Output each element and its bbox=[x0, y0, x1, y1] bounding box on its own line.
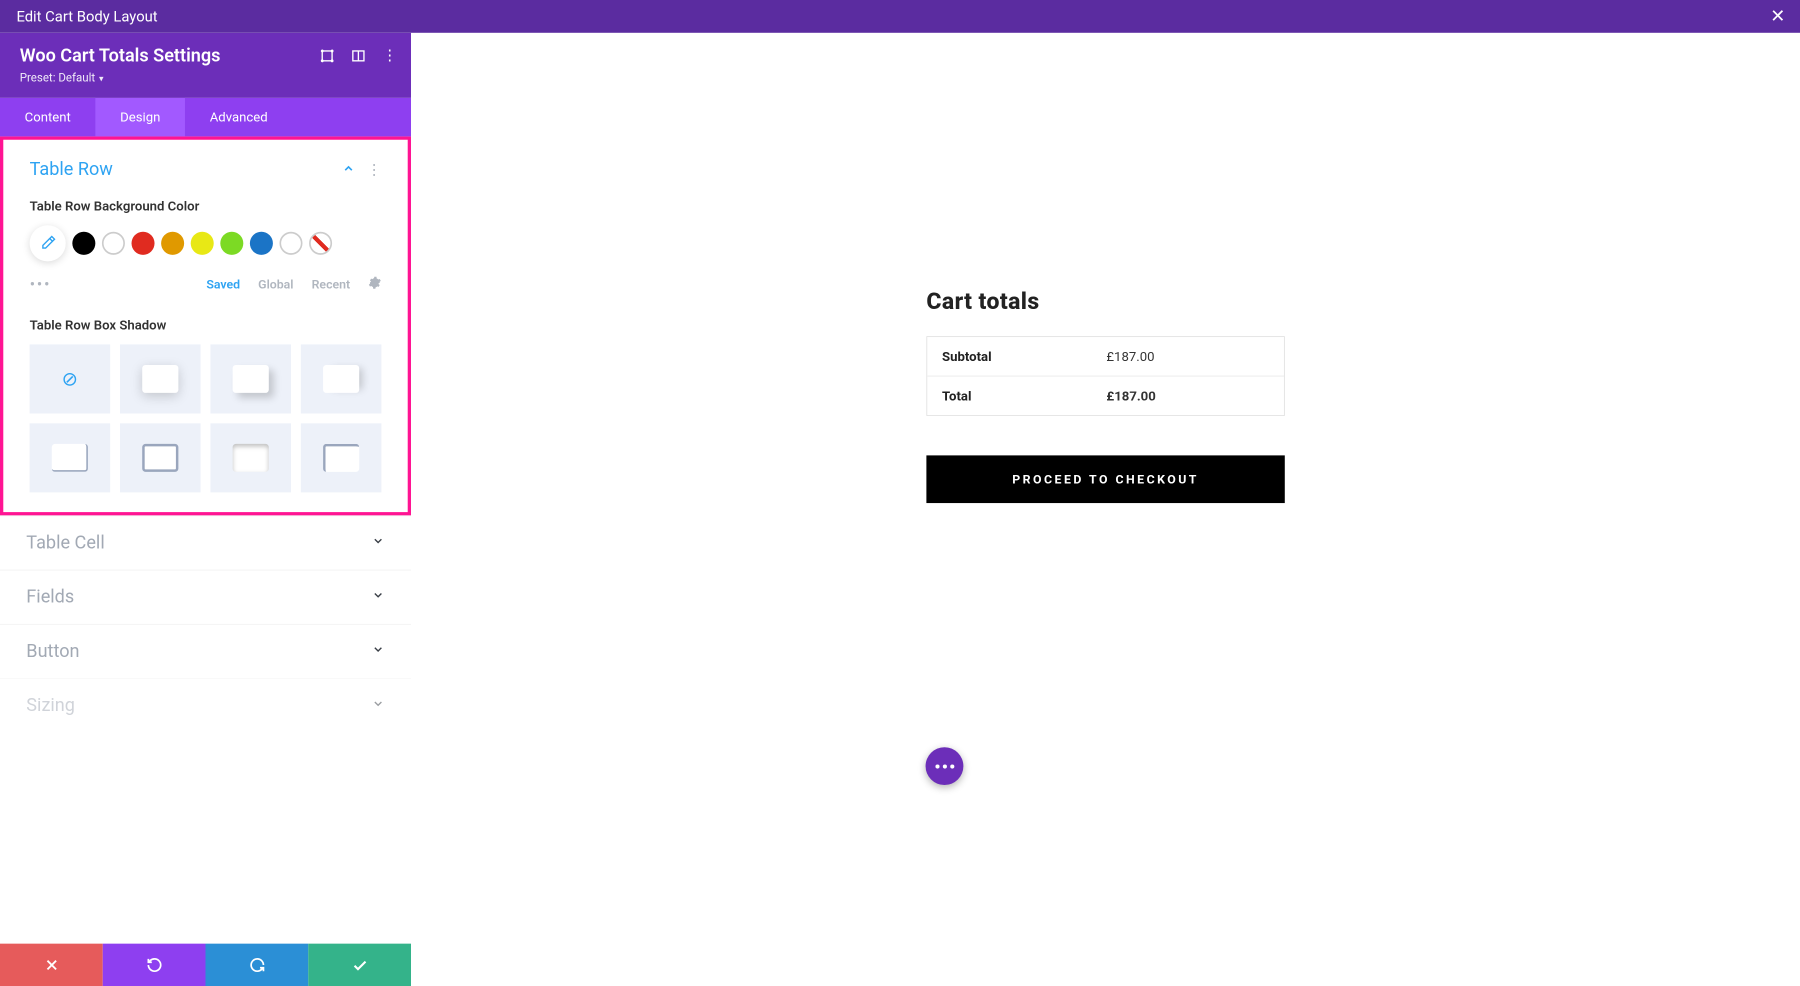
chevron-down-icon bbox=[372, 534, 385, 551]
shadow-preset-6[interactable] bbox=[210, 423, 291, 492]
swatch-none[interactable] bbox=[309, 232, 332, 255]
cart-row-subtotal: Subtotal £187.00 bbox=[927, 337, 1284, 376]
palette-more-icon[interactable]: ••• bbox=[30, 275, 52, 295]
swatch-empty[interactable] bbox=[279, 232, 302, 255]
section-more-icon[interactable]: ⋮ bbox=[367, 162, 382, 178]
discard-button[interactable] bbox=[0, 944, 103, 986]
shadow-preset-4[interactable] bbox=[30, 423, 111, 492]
panel-area: Table Row ⋮ Table Row Background Color bbox=[0, 136, 411, 986]
subtotal-value: £187.00 bbox=[1106, 349, 1154, 365]
shadow-preset-2[interactable] bbox=[210, 344, 291, 413]
shadow-preset-1[interactable] bbox=[120, 344, 201, 413]
settings-tabs: Content Design Advanced bbox=[0, 98, 411, 137]
shadow-presets: ⊘ bbox=[3, 344, 407, 512]
total-value: £187.00 bbox=[1106, 388, 1155, 404]
section-label: Table Cell bbox=[26, 533, 371, 554]
shadow-preset-3[interactable] bbox=[301, 344, 382, 413]
eyedropper-button[interactable] bbox=[30, 225, 66, 261]
close-icon[interactable]: ✕ bbox=[1770, 7, 1785, 28]
swatch-orange[interactable] bbox=[161, 232, 184, 255]
shadow-preset-5[interactable] bbox=[120, 423, 201, 492]
shadow-preset-7[interactable] bbox=[301, 423, 382, 492]
section-table-cell[interactable]: Table Cell bbox=[0, 515, 411, 569]
cart-totals-widget: Cart totals Subtotal £187.00 Total £187.… bbox=[926, 288, 1284, 503]
redo-button[interactable] bbox=[206, 944, 309, 986]
cart-row-total: Total £187.00 bbox=[927, 376, 1284, 415]
swatch-blue[interactable] bbox=[250, 232, 273, 255]
total-label: Total bbox=[942, 388, 1106, 404]
gear-icon[interactable] bbox=[368, 276, 381, 292]
undo-button[interactable] bbox=[103, 944, 206, 986]
palette-tabs: ••• Saved Global Recent bbox=[3, 270, 407, 308]
palette-tab-recent[interactable]: Recent bbox=[312, 277, 351, 292]
section-label: Button bbox=[26, 641, 371, 662]
chevron-up-icon[interactable] bbox=[342, 162, 355, 178]
dot-icon bbox=[950, 764, 954, 768]
swatch-yellow[interactable] bbox=[191, 232, 214, 255]
bg-color-label: Table Row Background Color bbox=[3, 188, 407, 225]
caret-down-icon: ▾ bbox=[97, 73, 104, 84]
section-sizing[interactable]: Sizing bbox=[0, 678, 411, 732]
section-label: Sizing bbox=[26, 695, 371, 716]
module-header: Woo Cart Totals Settings Preset: Default… bbox=[0, 33, 411, 98]
fab-more[interactable] bbox=[926, 747, 964, 785]
chevron-down-icon bbox=[372, 697, 385, 714]
settings-sidebar: Woo Cart Totals Settings Preset: Default… bbox=[0, 33, 411, 986]
swatch-white[interactable] bbox=[102, 232, 125, 255]
cart-heading: Cart totals bbox=[926, 288, 1284, 315]
tab-advanced[interactable]: Advanced bbox=[185, 98, 292, 137]
bottom-actions bbox=[0, 944, 411, 986]
more-icon[interactable]: ⋮ bbox=[381, 48, 397, 64]
swatch-green[interactable] bbox=[220, 232, 243, 255]
preset-value: Default bbox=[58, 72, 95, 85]
swatch-red[interactable] bbox=[132, 232, 155, 255]
shadow-label: Table Row Box Shadow bbox=[3, 307, 407, 344]
color-swatches bbox=[3, 225, 407, 269]
preset-selector[interactable]: Preset: Default ▾ bbox=[20, 72, 392, 85]
preset-prefix: Preset: bbox=[20, 72, 59, 85]
table-row-section: Table Row ⋮ Table Row Background Color bbox=[0, 136, 411, 515]
tab-content[interactable]: Content bbox=[0, 98, 95, 137]
cart-table: Subtotal £187.00 Total £187.00 bbox=[926, 336, 1284, 416]
tab-design[interactable]: Design bbox=[95, 98, 185, 137]
expand-icon[interactable] bbox=[319, 48, 335, 64]
palette-tab-saved[interactable]: Saved bbox=[206, 277, 240, 292]
palette-tab-global[interactable]: Global bbox=[258, 277, 293, 292]
subtotal-label: Subtotal bbox=[942, 349, 1106, 365]
shadow-none[interactable]: ⊘ bbox=[30, 344, 111, 413]
section-label: Fields bbox=[26, 587, 371, 608]
swatch-black[interactable] bbox=[72, 232, 95, 255]
section-title[interactable]: Table Row bbox=[30, 159, 342, 180]
columns-icon[interactable] bbox=[350, 48, 366, 64]
chevron-down-icon bbox=[372, 643, 385, 660]
dot-icon bbox=[942, 764, 946, 768]
chevron-down-icon bbox=[372, 589, 385, 606]
save-button[interactable] bbox=[308, 944, 411, 986]
section-button[interactable]: Button bbox=[0, 624, 411, 678]
dot-icon bbox=[935, 764, 939, 768]
checkout-button[interactable]: PROCEED TO CHECKOUT bbox=[926, 455, 1284, 503]
topbar: Edit Cart Body Layout ✕ bbox=[0, 0, 1800, 33]
section-fields[interactable]: Fields bbox=[0, 570, 411, 624]
none-icon: ⊘ bbox=[62, 367, 79, 390]
preview-area: Cart totals Subtotal £187.00 Total £187.… bbox=[411, 33, 1800, 986]
topbar-title: Edit Cart Body Layout bbox=[16, 8, 157, 25]
